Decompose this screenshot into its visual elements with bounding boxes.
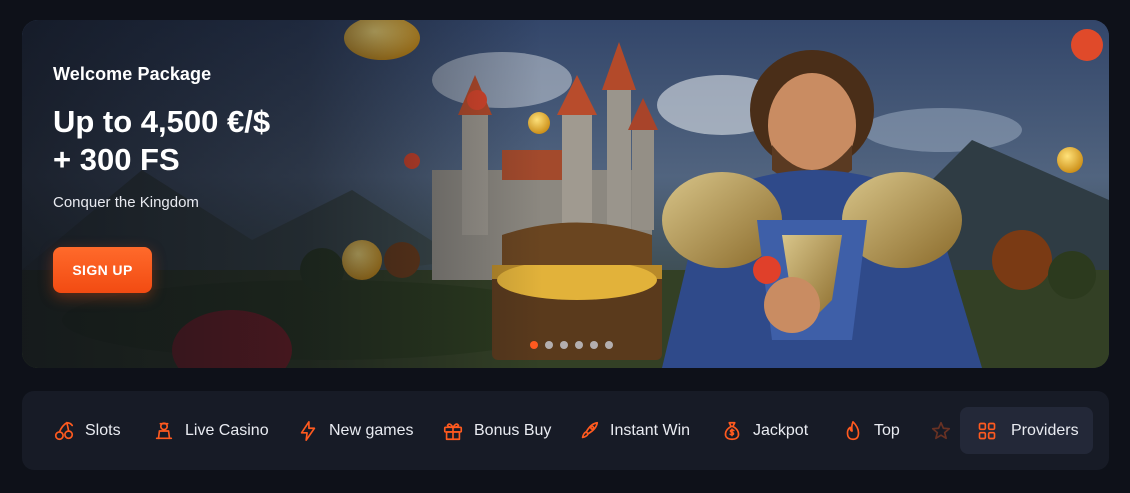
cherries-icon [54, 421, 74, 440]
promo-content: Welcome Package Up to 4,500 €/$ + 300 FS… [53, 64, 270, 293]
dealer-icon [155, 421, 173, 439]
carousel-dot-3[interactable] [560, 341, 568, 349]
category-label: Slots [85, 421, 121, 439]
category-partial[interactable] [930, 391, 962, 470]
carousel-dot-1[interactable] [530, 341, 538, 349]
carousel-pagination [530, 341, 613, 349]
category-jackpot[interactable]: Jackpot [721, 391, 808, 470]
grid-icon [978, 422, 996, 439]
flame-icon [846, 420, 860, 440]
category-slots[interactable]: Slots [53, 391, 121, 470]
carousel-dot-4[interactable] [575, 341, 583, 349]
money-bag-icon [724, 421, 740, 440]
category-label: Top [874, 421, 900, 439]
category-label: Instant Win [610, 421, 691, 439]
category-nav: Slots Live Casino New games Bonus Buy In… [22, 391, 1109, 470]
promo-banner[interactable]: Welcome Package Up to 4,500 €/$ + 300 FS… [22, 20, 1109, 368]
category-new-games[interactable]: New games [297, 391, 413, 470]
lightning-icon [300, 420, 316, 441]
promo-headline: Up to 4,500 €/$ + 300 FS [53, 103, 270, 179]
category-label: Bonus Buy [474, 421, 552, 439]
carousel-dot-6[interactable] [605, 341, 613, 349]
promo-eyebrow: Welcome Package [53, 64, 212, 84]
providers-label: Providers [1011, 421, 1079, 439]
promo-headline-line-2: + 300 FS [53, 142, 180, 177]
category-top[interactable]: Top [842, 391, 900, 470]
promo-headline-line-1: Up to 4,500 €/$ [53, 104, 271, 139]
star-icon [931, 421, 951, 439]
category-label: New games [329, 421, 414, 439]
category-bonus-buy[interactable]: Bonus Buy [442, 391, 551, 470]
gift-box-icon [443, 422, 463, 440]
category-label: Live Casino [185, 421, 269, 439]
carousel-dot-2[interactable] [545, 341, 553, 349]
category-label: Jackpot [753, 421, 809, 439]
carousel-dot-5[interactable] [590, 341, 598, 349]
rocket-icon [581, 421, 599, 438]
category-live-casino[interactable]: Live Casino [153, 391, 269, 470]
providers-button[interactable]: Providers [960, 407, 1093, 454]
category-instant-win[interactable]: Instant Win [578, 391, 690, 470]
sign-up-button[interactable]: SIGN UP [53, 247, 152, 293]
promo-subtitle: Conquer the Kingdom [53, 194, 199, 211]
